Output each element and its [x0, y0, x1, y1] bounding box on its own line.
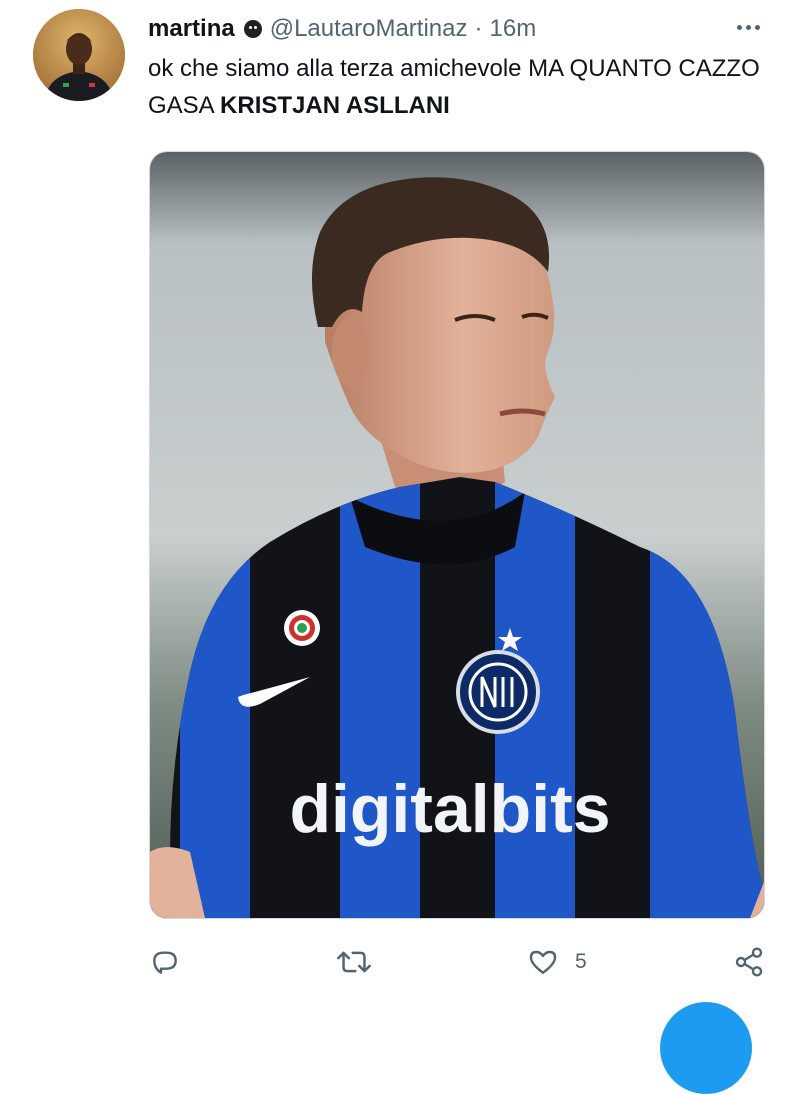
tweet-actions: 5: [0, 938, 797, 986]
dark-face-emoji-icon: [243, 20, 262, 38]
reply-icon: [153, 951, 177, 974]
more-dots-icon[interactable]: [728, 12, 768, 42]
separator-dot: ·: [474, 15, 483, 42]
avatar-photo: [33, 9, 125, 101]
display-name[interactable]: martina: [148, 15, 235, 43]
like-count: 5: [575, 950, 587, 973]
retweet-button[interactable]: [337, 938, 371, 986]
share-button[interactable]: [733, 938, 765, 986]
tweet-text-bold: KRISTJAN ASLLANI: [220, 92, 450, 119]
tweet-media-image[interactable]: digitalbits: [149, 151, 765, 919]
heart-icon: [529, 950, 557, 974]
avatar[interactable]: [33, 9, 125, 101]
user-handle[interactable]: @LautaroMartinaz: [270, 15, 468, 43]
compose-tweet-button[interactable]: [660, 1002, 752, 1094]
like-button[interactable]: 5: [527, 938, 587, 986]
tweet-text: ok che siamo alla terza amichevole MA QU…: [148, 50, 778, 124]
sponsor-text: digitalbits: [289, 771, 610, 847]
player-photo: digitalbits: [150, 152, 764, 918]
timestamp[interactable]: 16m: [490, 15, 537, 43]
retweet-icon: [337, 951, 371, 973]
tweet-header: martina @LautaroMartinaz · 16m: [148, 12, 536, 46]
reply-button[interactable]: [149, 938, 181, 986]
share-icon: [735, 947, 763, 977]
